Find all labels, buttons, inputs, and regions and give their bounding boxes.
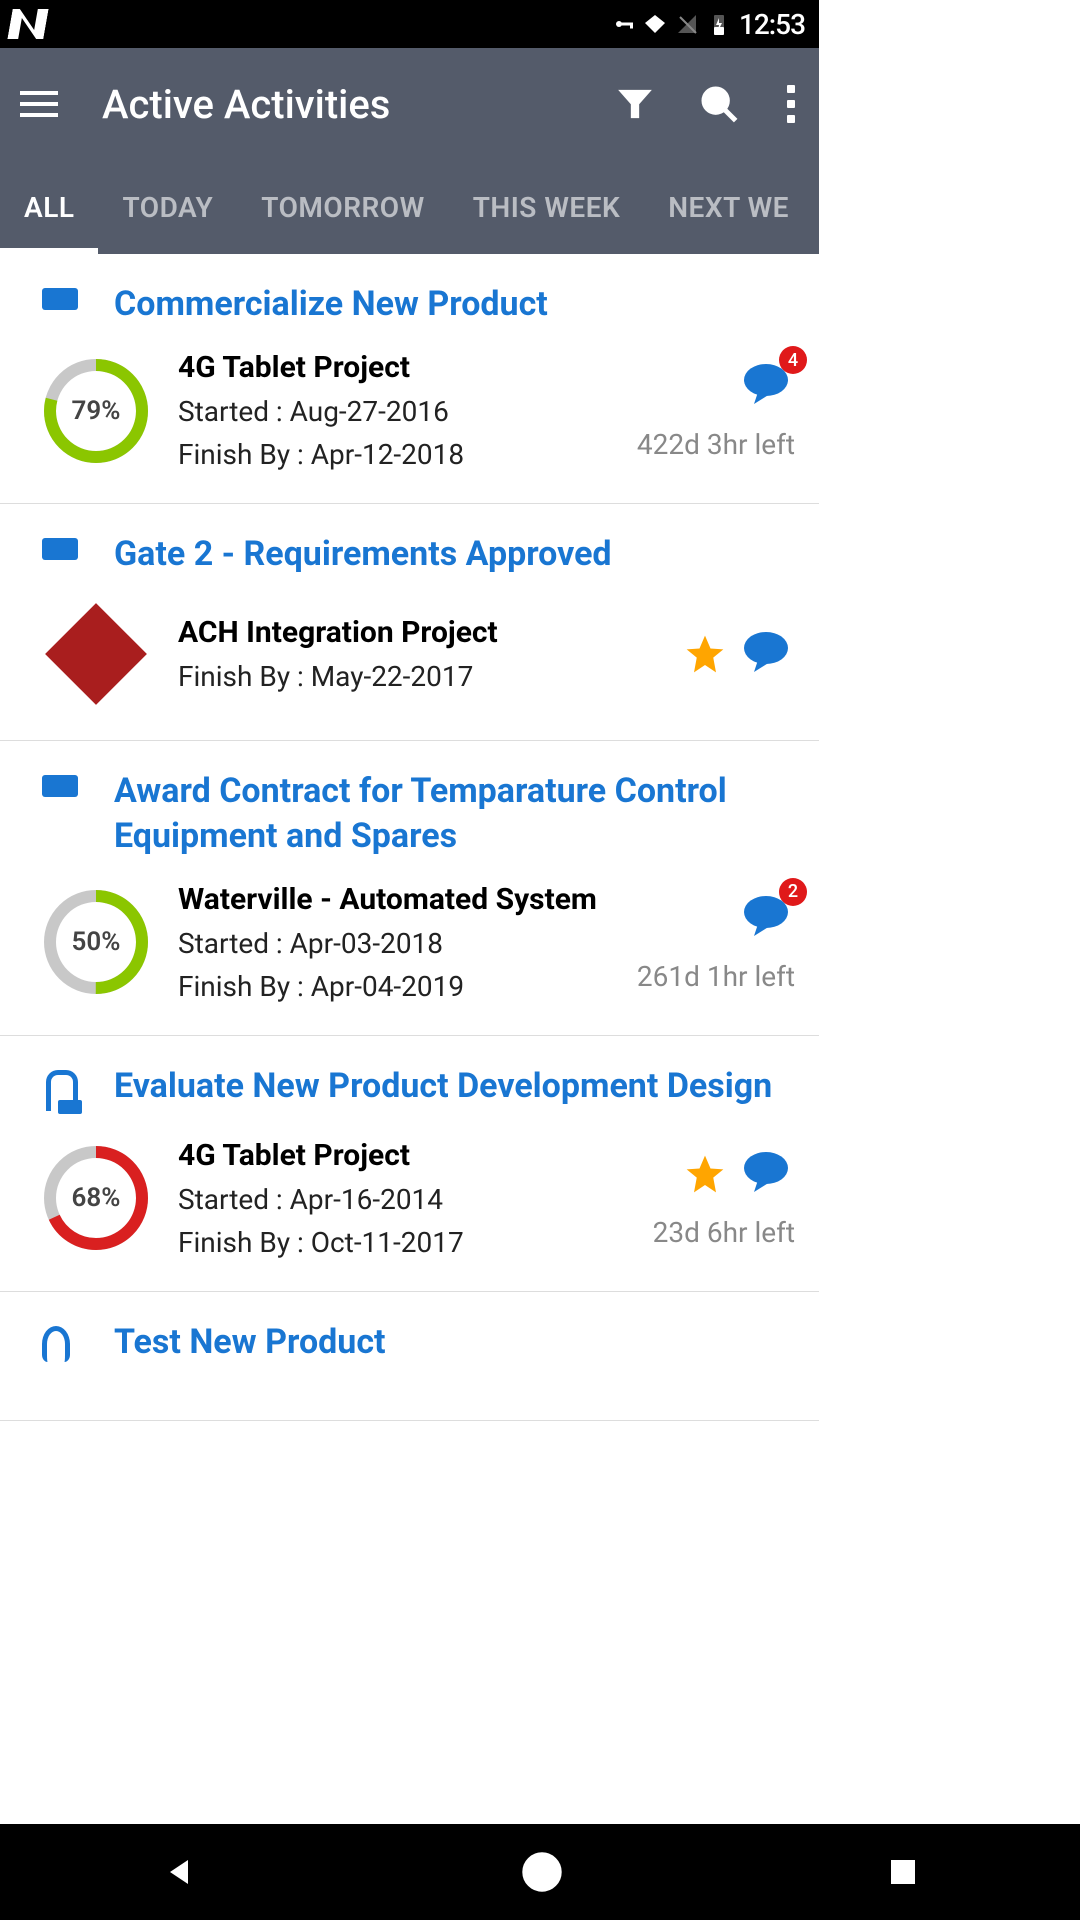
search-icon[interactable] [699, 84, 739, 124]
battery-charging-icon [707, 12, 731, 36]
time-remaining: 261d 1hr left [637, 960, 795, 993]
activity-item[interactable]: Test New Product [0, 1292, 819, 1421]
time-remaining: 23d 6hr left [653, 1216, 795, 1249]
project-name: Waterville - Automated System [178, 882, 609, 917]
wifi-icon [643, 12, 667, 36]
activity-item[interactable]: Commercialize New Product 79% 4G Tablet P… [0, 254, 819, 504]
progress-percent: 50% [72, 927, 121, 957]
status-bar: 12:53 [0, 0, 819, 48]
progress-ring: 79% [42, 357, 150, 465]
tab-all[interactable]: ALL [0, 160, 98, 254]
android-n-logo-icon [7, 9, 48, 39]
activity-item[interactable]: Gate 2 - Requirements Approved ACH Integr… [0, 504, 819, 741]
finish-date: Finish By : Oct-11-2017 [178, 1226, 625, 1259]
page-title: Active Activities [102, 81, 615, 128]
comment-badge: 2 [779, 878, 807, 906]
activity-title: Award Contract for Temparature Control E… [114, 769, 795, 857]
status-left [10, 9, 46, 39]
status-right: 12:53 [611, 8, 805, 41]
back-button[interactable] [161, 1854, 197, 1890]
progress-percent: 68% [72, 1183, 121, 1213]
activity-title: Gate 2 - Requirements Approved [114, 532, 612, 576]
app-bar-actions [615, 84, 799, 124]
activity-meta [683, 628, 795, 680]
comment-button[interactable]: 4 [737, 360, 795, 412]
comment-badge: 4 [779, 346, 807, 374]
category-bar-icon [42, 288, 78, 310]
filter-icon[interactable] [615, 84, 655, 124]
milestone-diamond-icon [45, 603, 147, 705]
progress-percent: 79% [72, 396, 121, 426]
activity-details: 4G Tablet Project Started : Aug-27-2016 Fi… [178, 350, 609, 471]
finish-date: Finish By : Apr-04-2019 [178, 970, 609, 1003]
comment-button[interactable] [737, 1148, 795, 1200]
activity-list[interactable]: Commercialize New Product 79% 4G Tablet P… [0, 254, 819, 1421]
activity-details: 4G Tablet Project Started : Apr-16-2014 Fi… [178, 1138, 625, 1259]
tab-today[interactable]: TODAY [98, 160, 237, 254]
activity-item[interactable]: Evaluate New Product Development Design … [0, 1036, 819, 1292]
tab-this-week[interactable]: THIS WEEK [449, 160, 645, 254]
navigation-bar [0, 1824, 1080, 1920]
activity-title: Commercialize New Product [114, 282, 548, 326]
time-remaining: 422d 3hr left [637, 428, 795, 461]
activity-title: Evaluate New Product Development Design [114, 1064, 772, 1108]
recents-button[interactable] [887, 1856, 919, 1888]
project-name: 4G Tablet Project [178, 350, 609, 385]
star-icon[interactable] [683, 1152, 727, 1196]
progress-ring: 50% [42, 888, 150, 996]
app-bar: Active Activities ALLTODAYTOMORROWTHIS W… [0, 48, 819, 254]
activity-meta: 23d 6hr left [653, 1148, 795, 1249]
activity-details: Waterville - Automated System Started : A… [178, 882, 609, 1003]
tabs: ALLTODAYTOMORROWTHIS WEEKNEXT WE [0, 160, 819, 254]
activity-title: Test New Product [114, 1320, 386, 1364]
status-time: 12:53 [739, 8, 805, 41]
person-icon [42, 1070, 82, 1114]
finish-date: Finish By : Apr-12-2018 [178, 438, 609, 471]
started-date: Started : Aug-27-2016 [178, 395, 609, 428]
activity-item[interactable]: Award Contract for Temparature Control E… [0, 741, 819, 1035]
comment-button[interactable]: 2 [737, 892, 795, 944]
star-icon[interactable] [683, 632, 727, 676]
signal-off-icon [675, 12, 699, 36]
comment-button[interactable] [737, 628, 795, 680]
vpn-key-icon [611, 12, 635, 36]
home-button[interactable] [520, 1850, 564, 1894]
app-bar-main: Active Activities [0, 48, 819, 160]
activity-meta: 4 422d 3hr left [637, 360, 795, 461]
started-date: Started : Apr-16-2014 [178, 1183, 625, 1216]
activity-details: ACH Integration Project Finish By : May-2… [178, 615, 655, 693]
category-bar-icon [42, 775, 78, 797]
overflow-menu-icon[interactable] [783, 85, 799, 123]
project-name: 4G Tablet Project [178, 1138, 625, 1173]
menu-icon[interactable] [20, 91, 58, 117]
progress-ring: 68% [42, 1144, 150, 1252]
lightbulb-icon [42, 1326, 70, 1362]
activity-meta: 2 261d 1hr left [637, 892, 795, 993]
tab-tomorrow[interactable]: TOMORROW [237, 160, 448, 254]
started-date: Started : Apr-03-2018 [178, 927, 609, 960]
project-name: ACH Integration Project [178, 615, 655, 650]
tab-next-we[interactable]: NEXT WE [644, 160, 813, 254]
finish-date: Finish By : May-22-2017 [178, 660, 655, 693]
category-bar-icon [42, 538, 78, 560]
